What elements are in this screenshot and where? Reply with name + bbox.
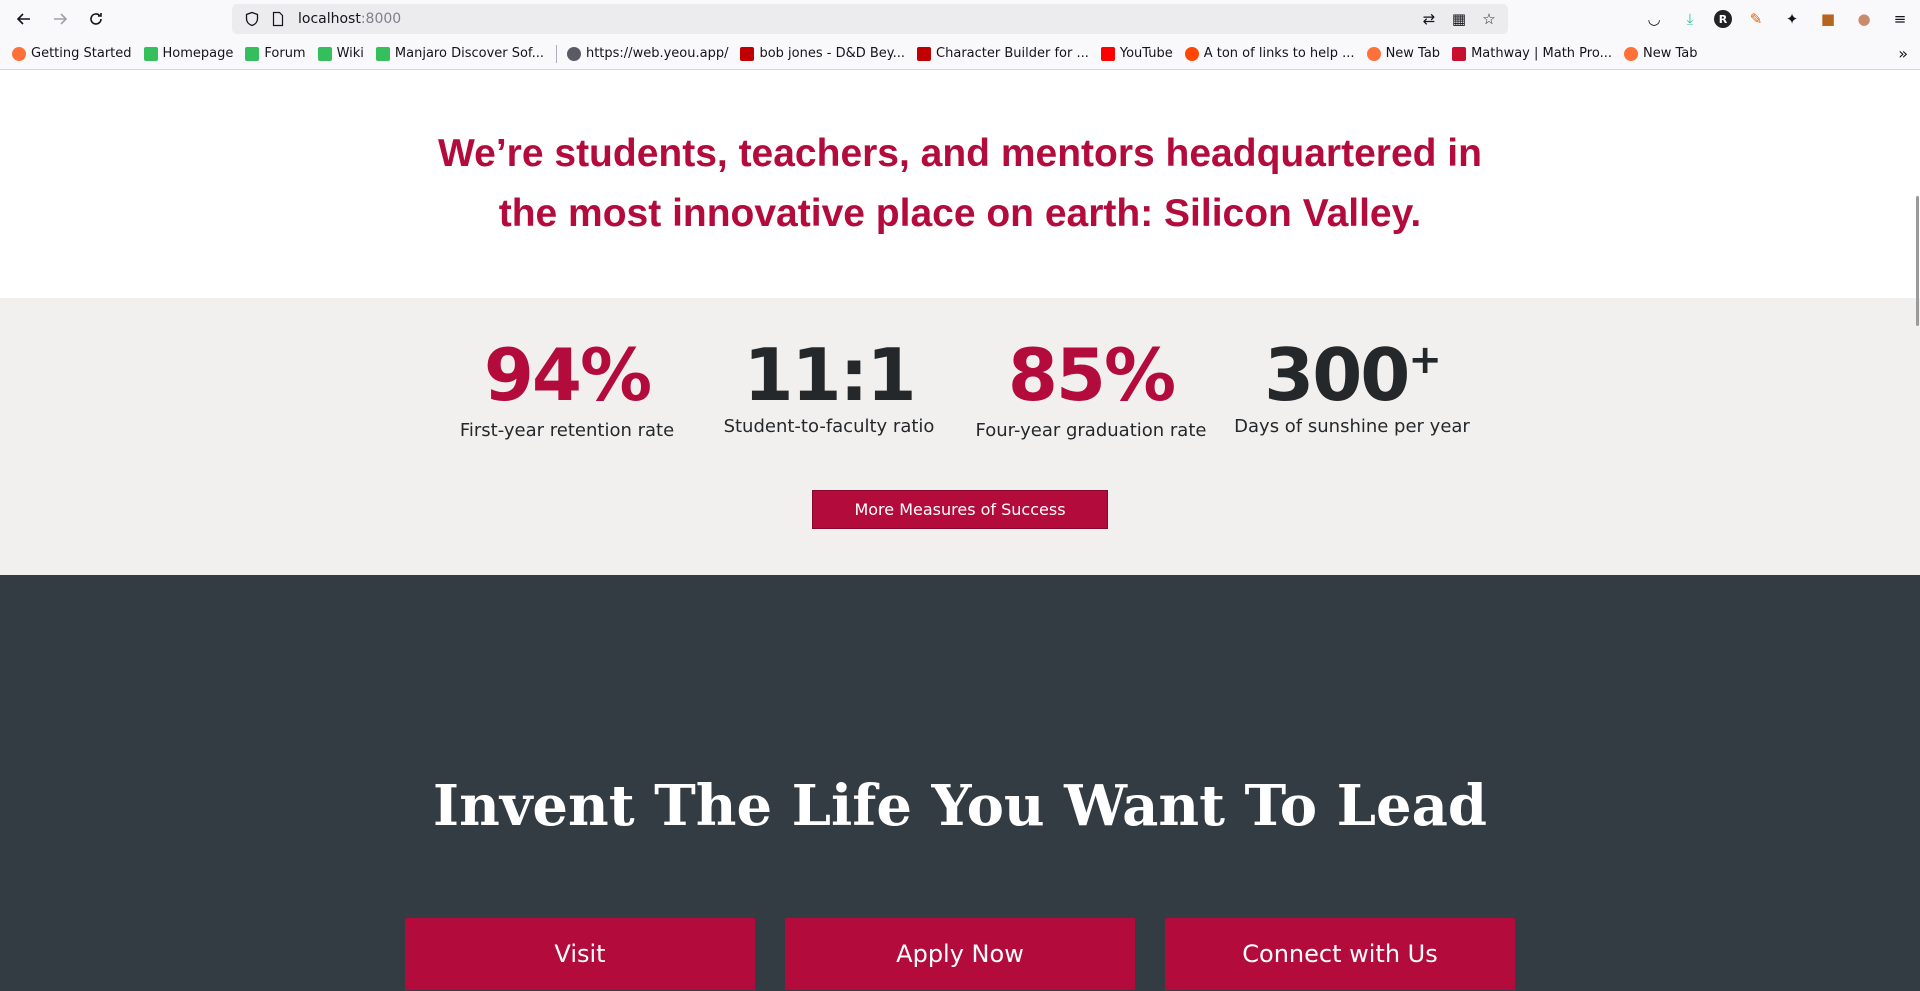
bookmark-item[interactable]: Homepage	[143, 46, 234, 61]
bookmark-item[interactable]: Manjaro Discover Sof...	[375, 46, 544, 61]
extension-badge-icon[interactable]: ✎	[1744, 7, 1768, 31]
pocket-icon[interactable]: ◡	[1642, 7, 1666, 31]
qr-code-icon[interactable]: ▦	[1450, 10, 1468, 28]
stat-label: Days of sunshine per year	[1234, 416, 1470, 437]
page-icon[interactable]	[270, 11, 286, 27]
bookmark-label: Wiki	[336, 46, 364, 61]
intro-headline: We’re students, teachers, and mentors he…	[438, 132, 1482, 235]
connect-button[interactable]: Connect with Us	[1165, 918, 1515, 990]
scrollbar-thumb[interactable]	[1916, 196, 1919, 326]
menu-icon[interactable]: ≡	[1888, 7, 1912, 31]
shield-icon[interactable]	[244, 11, 260, 27]
bookmark-label: YouTube	[1119, 46, 1173, 61]
back-arrow-icon	[16, 13, 30, 25]
manjaro-icon	[143, 46, 158, 61]
stat-value: 85%	[1007, 333, 1176, 417]
stats-section: 94% First-year retention rate 11:1 Stude…	[0, 298, 1920, 575]
intro-section: We’re students, teachers, and mentors he…	[0, 70, 1920, 298]
globe-icon	[566, 46, 581, 61]
reload-button[interactable]	[78, 0, 114, 38]
manjaro-icon	[317, 46, 332, 61]
manjaro-icon	[245, 46, 260, 61]
youtube-icon	[1100, 46, 1115, 61]
bookmark-item[interactable]: New Tab	[1366, 46, 1441, 61]
account-avatar-icon[interactable]: R	[1714, 10, 1732, 28]
web-page: We’re students, teachers, and mentors he…	[0, 70, 1920, 991]
bookmark-item[interactable]: Forum	[245, 46, 306, 61]
bookmark-item[interactable]: Getting Started	[12, 46, 132, 61]
bookmark-item[interactable]: Character Builder for ...	[917, 46, 1089, 61]
container-icon[interactable]: ■	[1816, 7, 1840, 31]
bookmark-label: Manjaro Discover Sof...	[394, 46, 544, 61]
mathway-icon	[1452, 46, 1467, 61]
stat-value: 11:1	[743, 333, 916, 417]
stat-graduation: 85% Four-year graduation rate	[971, 334, 1211, 441]
bookmark-label: bob jones - D&D Bey...	[759, 46, 906, 61]
bookmark-label: Character Builder for ...	[936, 46, 1089, 61]
dndbeyond-icon	[740, 46, 755, 61]
cta-section: Invent The Life You Want To Lead Visit A…	[0, 575, 1920, 991]
browser-toolbar: localhost:8000 ⇄ ▦ ☆ ◡ ⤓ R ✎ ✦ ■ ● ≡	[0, 0, 1920, 38]
stat-label: Student-to-faculty ratio	[723, 416, 935, 437]
downloads-icon[interactable]: ⤓	[1678, 7, 1702, 31]
extensions-icon[interactable]: ✦	[1780, 7, 1804, 31]
bookmark-item[interactable]: A ton of links to help ...	[1184, 46, 1355, 61]
firefox-icon	[12, 46, 26, 61]
address-bar[interactable]: localhost:8000 ⇄ ▦ ☆	[232, 4, 1508, 34]
bookmark-item[interactable]: YouTube	[1100, 46, 1173, 61]
profile-icon[interactable]: ●	[1852, 7, 1876, 31]
stat-value: 94%	[483, 333, 652, 417]
stat-retention: 94% First-year retention rate	[447, 334, 687, 441]
bookmark-item[interactable]: Mathway | Math Pro...	[1452, 46, 1612, 61]
url-text[interactable]: localhost:8000	[298, 11, 401, 27]
bookmark-item[interactable]: New Tab	[1623, 46, 1698, 61]
bookmark-star-icon[interactable]: ☆	[1480, 10, 1498, 28]
bookmark-separator	[555, 44, 557, 63]
bookmark-label: Mathway | Math Pro...	[1471, 46, 1612, 61]
stat-ratio: 11:1 Student-to-faculty ratio	[709, 334, 949, 437]
bookmarks-toolbar: Getting Started Homepage Forum Wiki Manjaro …	[0, 38, 1920, 70]
translate-icon[interactable]: ⇄	[1420, 10, 1438, 28]
bookmark-label: A ton of links to help ...	[1203, 46, 1355, 61]
bookmarks-overflow-icon[interactable]: »	[1898, 44, 1908, 63]
stat-sunshine: 300+ Days of sunshine per year	[1232, 334, 1472, 437]
reload-icon	[90, 13, 102, 25]
manjaro-icon	[375, 46, 390, 61]
stat-label: First-year retention rate	[459, 420, 675, 441]
more-measures-button[interactable]: More Measures of Success	[812, 490, 1108, 529]
bookmark-label: New Tab	[1385, 46, 1441, 61]
firefox-icon	[1366, 46, 1381, 61]
reddit-icon	[1184, 46, 1199, 61]
visit-button[interactable]: Visit	[405, 918, 755, 990]
bookmark-label: Forum	[264, 46, 306, 61]
stat-value: 300+	[1264, 333, 1442, 417]
forward-arrow-icon	[54, 13, 68, 25]
firefox-icon	[1623, 46, 1638, 61]
dndbeyond-icon	[917, 46, 932, 61]
stat-label: Four-year graduation rate	[975, 420, 1207, 441]
cta-title: Invent The Life You Want To Lead	[432, 773, 1488, 839]
forward-button[interactable]	[42, 0, 78, 38]
apply-now-button[interactable]: Apply Now	[785, 918, 1135, 990]
back-button[interactable]	[6, 0, 42, 38]
bookmark-label: Getting Started	[31, 46, 132, 61]
bookmark-item[interactable]: https://web.yeou.app/	[566, 46, 729, 61]
bookmark-item[interactable]: Wiki	[317, 46, 364, 61]
bookmark-item[interactable]: bob jones - D&D Bey...	[740, 46, 905, 61]
bookmark-label: New Tab	[1642, 46, 1698, 61]
page-scrollbar[interactable]	[1914, 70, 1920, 991]
bookmark-label: Homepage	[162, 46, 234, 61]
bookmark-label: https://web.yeou.app/	[585, 46, 729, 61]
